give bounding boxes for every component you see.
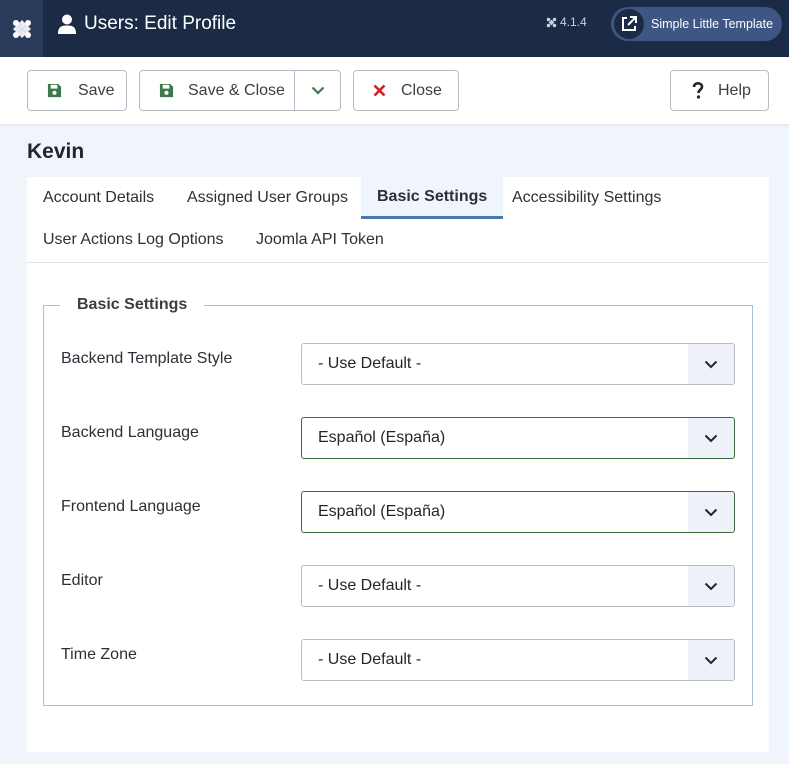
tab-label: Basic Settings <box>377 187 488 205</box>
chevron-down-icon <box>688 344 734 384</box>
select-value: Español (España) <box>318 503 446 520</box>
help-label: Help <box>718 81 751 99</box>
time-zone-label: Time Zone <box>61 646 137 663</box>
close-label: Close <box>401 81 442 99</box>
select-value: - Use Default - <box>318 355 422 372</box>
chevron-down-icon <box>688 418 734 458</box>
site-link-button[interactable]: Simple Little Template <box>611 7 782 41</box>
chevron-down-icon <box>688 640 734 680</box>
frontend-language-label: Frontend Language <box>61 498 201 515</box>
tab-label: Accessibility Settings <box>512 189 662 206</box>
close-button[interactable]: Close <box>353 70 459 111</box>
tab-user-actions-log-options[interactable]: User Actions Log Options <box>27 219 240 261</box>
version-label: 4.1.4 <box>546 15 587 29</box>
backend-language-label: Backend Language <box>61 424 199 441</box>
joomla-logo-icon[interactable] <box>0 0 43 57</box>
tab-label: Assigned User Groups <box>187 189 348 206</box>
tab-accessibility-settings[interactable]: Accessibility Settings <box>496 177 677 219</box>
page-title-text: Users: Edit Profile <box>84 13 237 34</box>
backend-language-select[interactable]: Español (España) <box>301 417 735 459</box>
tab-basic-settings[interactable]: Basic Settings <box>361 177 504 219</box>
select-value: Español (España) <box>318 429 446 446</box>
site-link-label: Simple Little Template <box>651 17 774 31</box>
x-icon <box>373 84 386 97</box>
chevron-down-icon <box>688 492 734 532</box>
version-text: 4.1.4 <box>560 15 587 29</box>
frontend-language-select[interactable]: Español (España) <box>301 491 735 533</box>
save-close-label: Save & Close <box>188 81 285 99</box>
save-options-dropdown[interactable] <box>294 71 340 110</box>
select-value: - Use Default - <box>318 651 422 668</box>
tab-label: Account Details <box>43 189 155 206</box>
joomla-small-icon <box>546 17 557 27</box>
user-icon <box>58 14 76 34</box>
floppy-disk-icon <box>159 83 174 98</box>
tab-joomla-api-token[interactable]: Joomla API Token <box>240 219 400 261</box>
save-button[interactable]: Save <box>27 70 127 111</box>
question-mark-icon <box>692 82 704 99</box>
help-button[interactable]: Help <box>670 70 769 111</box>
profile-card: Account Details Assigned User Groups Bas… <box>27 177 769 752</box>
time-zone-select[interactable]: - Use Default - <box>301 639 735 681</box>
backend-template-style-select[interactable]: - Use Default - <box>301 343 735 385</box>
backend-template-style-label: Backend Template Style <box>61 350 233 367</box>
header-bar: Users: Edit Profile 4.1.4 Simple Little … <box>0 0 789 57</box>
select-value: - Use Default - <box>318 577 422 594</box>
save-label: Save <box>78 81 115 99</box>
editor-select[interactable]: - Use Default - <box>301 565 735 607</box>
tab-label: User Actions Log Options <box>43 231 224 248</box>
page-title: Users: Edit Profile <box>58 12 236 36</box>
tab-list: Account Details Assigned User Groups Bas… <box>27 177 769 263</box>
tab-assigned-user-groups[interactable]: Assigned User Groups <box>171 177 364 219</box>
chevron-down-icon <box>688 566 734 606</box>
chevron-down-icon <box>311 86 324 95</box>
save-close-button[interactable]: Save & Close <box>139 70 341 111</box>
external-link-icon <box>614 9 644 39</box>
fieldset-legend: Basic Settings <box>60 296 205 314</box>
basic-settings-fieldset: Basic Settings Backend Template Style - … <box>43 296 753 706</box>
toolbar: Save Save & Close Close Help <box>0 57 789 124</box>
floppy-disk-icon <box>47 83 62 98</box>
tab-account-details[interactable]: Account Details <box>27 177 170 219</box>
editor-label: Editor <box>61 572 103 589</box>
tab-label: Joomla API Token <box>256 231 384 248</box>
profile-name-heading: Kevin <box>27 140 85 163</box>
